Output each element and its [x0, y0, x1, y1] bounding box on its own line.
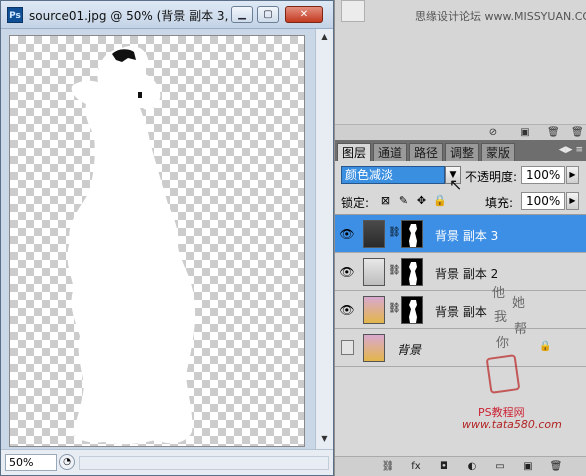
link-chain-icon[interactable]: ⛓	[388, 265, 401, 276]
layer-thumbnail	[363, 296, 385, 324]
vertical-scrollbar[interactable]: ▲ ▼	[315, 29, 333, 449]
tab-channels[interactable]: 通道	[373, 143, 408, 161]
close-icon: ✕	[299, 9, 309, 20]
layer-name[interactable]: 背景 副本 3	[435, 227, 498, 244]
top-right-panel: 思缘设计论坛 www.MISSYUAN.COM ⊘ ▣ 🗑 🗑	[334, 0, 586, 140]
maximize-icon: ▢	[263, 9, 273, 20]
handwriting-char: 你	[496, 336, 510, 351]
close-button[interactable]: ✕	[285, 6, 323, 23]
lock-transparency-icon[interactable]: ⊠	[379, 194, 392, 207]
link-chain-icon[interactable]: ⛓	[388, 303, 401, 314]
layer-mask-thumbnail[interactable]	[401, 258, 423, 286]
new-layer-icon[interactable]: ▣	[521, 460, 535, 474]
minimize-icon: ▁	[238, 9, 246, 20]
layer-row[interactable]: 👁 ⛓ 背景 副本 3	[335, 215, 586, 253]
trash-icon[interactable]: 🗑	[547, 127, 560, 139]
lock-row: 锁定: ⊠ ✎ ✥ 🔒 填充: 100% ▶	[335, 190, 586, 212]
fill-label: 填充:	[485, 196, 514, 210]
new-snapshot-icon[interactable]: ▣	[519, 127, 531, 139]
handwriting-char: 他	[492, 286, 506, 301]
delete-state-icon[interactable]: ⊘	[487, 127, 499, 139]
top-panel-footer: ⊘ ▣ 🗑 🗑	[335, 124, 586, 140]
photoshop-app-icon: Ps	[7, 7, 23, 23]
link-chain-icon[interactable]: ⛓	[388, 227, 401, 238]
top-watermark: 思缘设计论坛 www.MISSYUAN.COM	[415, 10, 586, 23]
opacity-arrow-icon[interactable]: ▶	[566, 166, 579, 184]
handwriting-char: 我	[494, 310, 508, 325]
canvas-area	[1, 29, 315, 449]
visibility-toggle[interactable]	[341, 340, 354, 355]
lock-label: 锁定:	[341, 196, 370, 210]
status-bar: 50% ◔	[1, 449, 333, 475]
layer-name[interactable]: 背景 副本	[435, 303, 487, 320]
tab-adjustments[interactable]: 调整	[445, 143, 480, 161]
scroll-up-icon[interactable]: ▲	[319, 31, 330, 42]
blend-row: 颜色减淡 ▼ ↖ 不透明度: 100% ▶	[335, 164, 586, 194]
document-title: source01.jpg @ 50% (背景 副本 3, ...	[29, 9, 244, 23]
eye-icon[interactable]: 👁	[339, 264, 355, 280]
lock-icon: 🔒	[539, 341, 552, 352]
lock-all-icon[interactable]: 🔒	[433, 194, 447, 207]
scroll-down-icon[interactable]: ▼	[319, 433, 330, 444]
red-seal-stamp	[485, 354, 521, 394]
lock-position-icon[interactable]: ✥	[415, 194, 428, 207]
layer-style-icon[interactable]: fx	[409, 460, 423, 474]
layer-row[interactable]: 👁 ⛓ 背景 副本 2	[335, 253, 586, 291]
layer-row[interactable]: 背景 🔒	[335, 329, 586, 367]
white-silhouette	[67, 46, 196, 445]
zoom-field[interactable]: 50%	[5, 454, 57, 471]
link-layers-icon[interactable]: ⛓	[381, 460, 395, 474]
layer-mask-thumbnail[interactable]	[401, 220, 423, 248]
delete-layer-icon[interactable]: 🗑	[549, 460, 563, 474]
layer-thumbnail	[363, 258, 385, 286]
panel-menu-icon[interactable]: ◀▶ ≡	[559, 145, 583, 155]
layer-mask-thumbnail[interactable]	[401, 296, 423, 324]
group-folder-icon[interactable]: ▭	[493, 460, 507, 474]
lock-pixels-brush-icon[interactable]: ✎	[397, 194, 410, 207]
tab-paths[interactable]: 路径	[409, 143, 444, 161]
tab-masks[interactable]: 蒙版	[481, 143, 516, 161]
status-menu-icon[interactable]: ◔	[59, 454, 75, 470]
horizontal-scrollbar[interactable]	[79, 456, 329, 470]
panel-tabs: 图层 通道 路径 调整 蒙版 ◀▶ ≡	[335, 140, 586, 161]
blend-mode-select[interactable]: 颜色减淡	[341, 166, 445, 184]
document-title-bar[interactable]: Ps source01.jpg @ 50% (背景 副本 3, ... ▁ ▢ …	[1, 1, 333, 29]
handwriting-char: 帮	[514, 322, 528, 337]
minimize-button[interactable]: ▁	[231, 6, 253, 23]
layer-name[interactable]: 背景	[397, 341, 421, 358]
layer-thumbnail	[363, 220, 385, 248]
fill-field[interactable]: 100%	[521, 192, 565, 210]
document-window: Ps source01.jpg @ 50% (背景 副本 3, ... ▁ ▢ …	[0, 0, 334, 476]
layer-name[interactable]: 背景 副本 2	[435, 265, 498, 282]
eye-icon[interactable]: 👁	[339, 302, 355, 318]
add-mask-icon[interactable]: ◘	[437, 460, 451, 474]
opacity-field[interactable]: 100%	[521, 166, 565, 184]
trash-icon-2[interactable]: 🗑	[571, 127, 584, 139]
layer-thumbnail	[363, 334, 385, 362]
eye-icon[interactable]: 👁	[339, 226, 355, 242]
panel-thumbnail	[341, 0, 365, 22]
site-watermark-text: www.tata580.com	[462, 418, 562, 431]
image-canvas[interactable]	[9, 35, 305, 447]
opacity-label: 不透明度:	[465, 170, 518, 184]
maximize-button[interactable]: ▢	[257, 6, 279, 23]
handwriting-char: 她	[512, 296, 526, 311]
layer-row[interactable]: 👁 ⛓ 背景 副本	[335, 291, 586, 329]
fill-arrow-icon[interactable]: ▶	[566, 192, 579, 210]
tab-layers[interactable]: 图层	[337, 143, 372, 161]
layers-footer: ⛓ fx ◘ ◐ ▭ ▣ 🗑	[335, 456, 586, 476]
adjustment-layer-icon[interactable]: ◐	[465, 460, 479, 474]
